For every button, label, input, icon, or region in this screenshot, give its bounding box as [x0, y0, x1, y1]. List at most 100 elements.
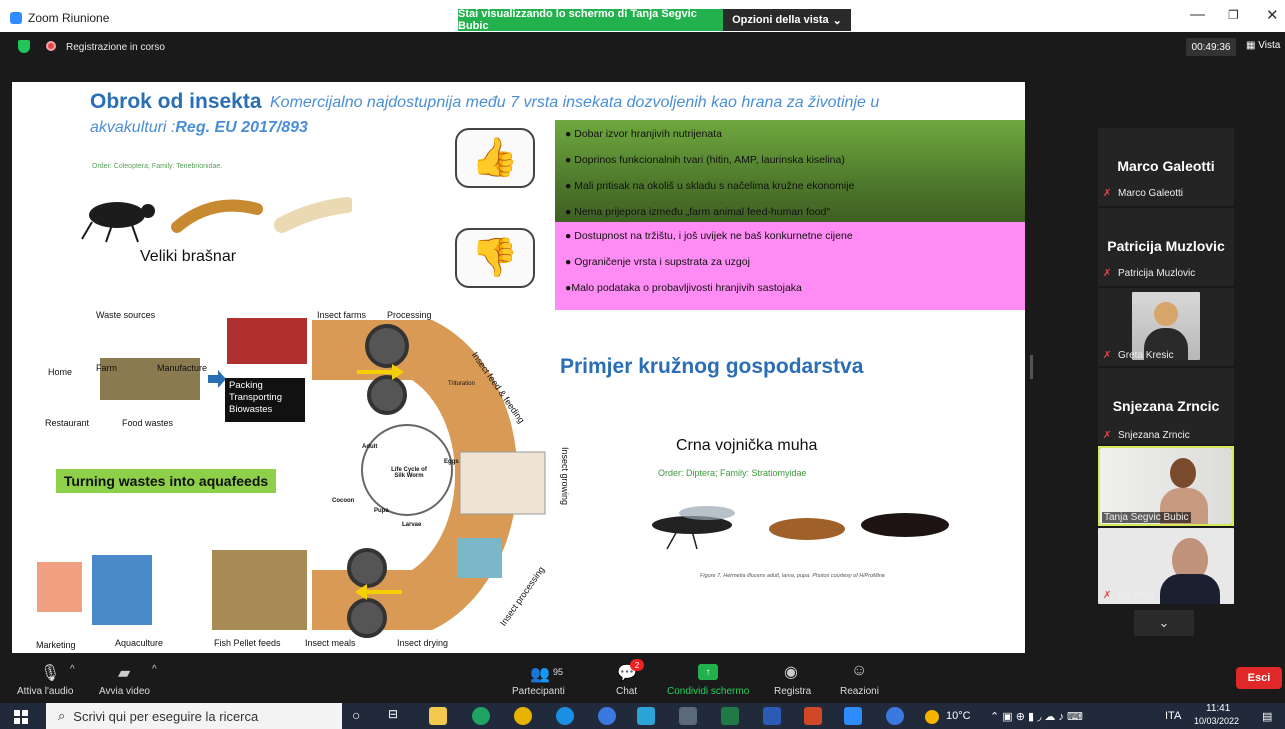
- weather-icon[interactable]: [925, 710, 939, 724]
- powerpoint-icon[interactable]: [804, 707, 822, 725]
- order-label-1: Order: Coleoptera; Family: Tenebrionidae…: [92, 163, 223, 170]
- weather-temp[interactable]: 10°C: [946, 710, 971, 722]
- clock-date[interactable]: 10/03/2022: [1194, 716, 1239, 726]
- thumbs-down-icon: 👎: [455, 228, 535, 288]
- mealworm-images: [81, 197, 352, 243]
- grid-icon: ▦: [1246, 40, 1259, 51]
- participant-tile[interactable]: ✗ Ivo iPad: [1098, 528, 1234, 604]
- record-button[interactable]: Registra: [774, 686, 811, 697]
- label-manufacture: Manufacture: [157, 363, 208, 373]
- video-button[interactable]: Avvia video: [99, 686, 150, 697]
- soldier-fly-images: [652, 506, 949, 550]
- label-lifecycle: Life Cycle of Silk Worm: [391, 467, 427, 479]
- packing-box: Packing Transporting Biowastes: [225, 378, 305, 422]
- restore-icon[interactable]: ❐: [1228, 8, 1239, 22]
- label-farm: Farm: [96, 363, 117, 373]
- participant-name: Ivo iPad: [1118, 590, 1155, 601]
- notifications-icon[interactable]: ▤: [1262, 710, 1272, 723]
- fly-pupa-image: [861, 513, 949, 537]
- participant-tile[interactable]: Patricija Muzlovic ✗ Patricija Muzlovic: [1098, 208, 1234, 286]
- label-restaurant: Restaurant: [45, 418, 90, 428]
- system-tray-icons[interactable]: ⌃ ▣ ⊕ ▮ ◞ ☁ ♪ ⌨: [990, 710, 1083, 723]
- fish-pellets-image: [212, 550, 307, 630]
- edge-icon[interactable]: [556, 707, 574, 725]
- mic-muted-icon[interactable]: 🎙: [40, 663, 60, 683]
- label-larvae: Larvae: [402, 522, 422, 528]
- participants-button[interactable]: Partecipanti: [512, 686, 565, 697]
- share-screen-button[interactable]: Condividi schermo: [667, 686, 749, 697]
- language-indicator[interactable]: ITA: [1165, 710, 1181, 722]
- participant-name: Patricija Muzlovic: [1118, 268, 1196, 279]
- security-shield-icon[interactable]: [18, 40, 30, 53]
- chevron-up-icon[interactable]: ^: [70, 664, 75, 675]
- cons-item: ● Dostupnost na tržištu, i još uvijek ne…: [565, 230, 853, 242]
- chrome-icon[interactable]: [514, 707, 532, 725]
- calculator-icon[interactable]: [679, 707, 697, 725]
- view-options-label: Opzioni della vista: [732, 14, 829, 26]
- black-soldier-fly-name: Crna vojnička muha: [676, 437, 818, 454]
- view-button[interactable]: ▦ Vista: [1246, 40, 1280, 51]
- pupa-image: [274, 197, 352, 233]
- figure-caption: Figure 7. Hermetia illucens adult, larva…: [700, 573, 885, 579]
- close-icon[interactable]: ✕: [1266, 6, 1279, 24]
- slide-title: Obrok od insekta: [90, 90, 262, 113]
- meeting-top-bar: [0, 32, 1285, 62]
- audio-button[interactable]: Attiva l'audio: [17, 686, 73, 697]
- participant-tile[interactable]: ✗ Greta Kresic: [1098, 288, 1234, 366]
- participant-tile[interactable]: Snjezana Zrncic ✗ Snjezana Zrncic: [1098, 368, 1234, 444]
- excel-icon[interactable]: [721, 707, 739, 725]
- windows-start-icon[interactable]: [14, 710, 28, 724]
- label-biowastes: Biowastes: [229, 404, 273, 415]
- pros-list: ● Dobar izvor hranjivih nutrijenata ● Do…: [555, 120, 1025, 222]
- browser-icon[interactable]: [598, 707, 616, 725]
- file-explorer-icon[interactable]: [429, 707, 447, 725]
- chat-button[interactable]: Chat: [616, 686, 637, 697]
- leave-button[interactable]: Esci: [1236, 667, 1282, 689]
- view-options-button[interactable]: Opzioni della vista ⌄: [723, 9, 851, 31]
- mic-muted-icon: ✗: [1103, 590, 1112, 601]
- participant-tile[interactable]: Marco Galeotti ✗ Marco Galeotti: [1098, 128, 1234, 206]
- processing-image: [457, 538, 502, 578]
- photos-icon[interactable]: [637, 707, 655, 725]
- search-placeholder: Scrivi qui per eseguire la ricerca: [73, 708, 259, 724]
- fly-larva-image: [769, 518, 845, 540]
- mic-muted-icon: ✗: [1103, 268, 1112, 279]
- share-banner: Stai visualizzando lo schermo di Tanja S…: [458, 8, 723, 32]
- slide-subtitle: Komercijalno najdostupnija među 7 vrsta …: [270, 94, 880, 111]
- share-screen-icon[interactable]: ↑: [698, 664, 718, 680]
- task-view-icon[interactable]: ⊟: [388, 707, 406, 725]
- label-cocoon: Cocoon: [332, 498, 355, 504]
- record-icon[interactable]: ◉: [784, 662, 798, 682]
- label-waste-sources: Waste sources: [96, 310, 156, 320]
- circular-economy-heading: Primjer kružnog gospodarstva: [560, 355, 864, 378]
- chevron-down-icon: ⌄: [1158, 615, 1170, 630]
- zoom-taskbar-icon[interactable]: [844, 707, 862, 725]
- thumbs-up-icon: 👍: [455, 128, 535, 188]
- word-icon[interactable]: [763, 707, 781, 725]
- video-off-icon[interactable]: ▰: [118, 663, 130, 683]
- cortana-icon[interactable]: ○: [352, 707, 370, 725]
- taskbar-search[interactable]: ⌕ Scrivi qui per eseguire la ricerca: [46, 703, 342, 729]
- minimize-icon[interactable]: —: [1190, 6, 1205, 23]
- reactions-icon[interactable]: ☺: [851, 662, 867, 680]
- cons-item: ●Malo podataka o probavljivosti hranjivi…: [565, 282, 802, 294]
- recording-status: Registrazione in corso: [66, 42, 165, 53]
- beetle-image: [89, 202, 145, 228]
- clock-time[interactable]: 11:41: [1206, 703, 1230, 714]
- app-icon[interactable]: [472, 707, 490, 725]
- participants-icon[interactable]: 👥: [530, 664, 550, 684]
- help-icon[interactable]: [886, 707, 904, 725]
- participant-name-large: Patricija Muzlovic: [1107, 238, 1225, 254]
- chat-badge: 2: [630, 659, 644, 671]
- participant-tile-active[interactable]: Tanja Segvic Bubic: [1098, 446, 1234, 526]
- participant-name-large: Marco Galeotti: [1117, 158, 1215, 174]
- chevron-up-icon[interactable]: ^: [152, 664, 157, 675]
- meeting-timer: 00:49:36: [1186, 38, 1236, 56]
- reactions-button[interactable]: Reazioni: [840, 686, 879, 697]
- gear-icon: [347, 598, 387, 638]
- pros-item: ● Doprinos funkcionalnih tvari (hitin, A…: [565, 154, 845, 166]
- recording-icon[interactable]: [46, 41, 56, 51]
- panel-resize-handle[interactable]: [1030, 355, 1033, 379]
- label-trituration: Trituration: [448, 381, 475, 387]
- scroll-down-button[interactable]: ⌄: [1134, 610, 1194, 636]
